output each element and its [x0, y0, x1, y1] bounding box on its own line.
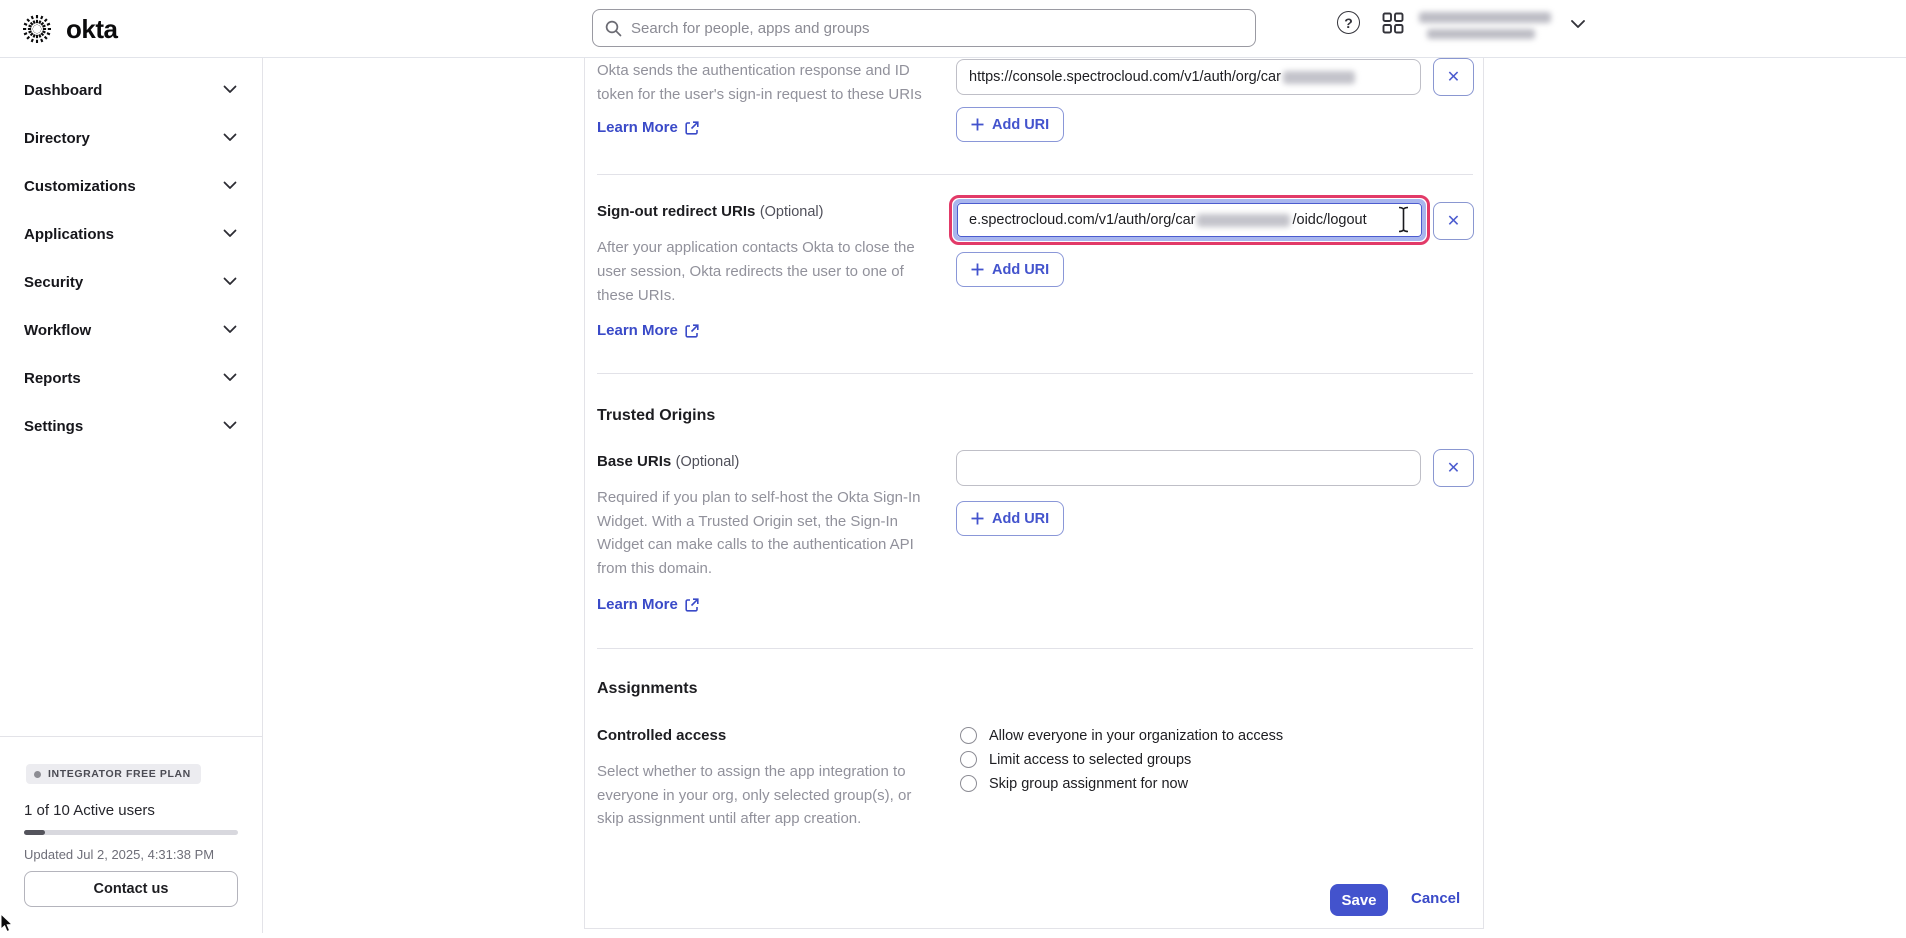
app-settings-panel: Okta sends the authentication response a…	[584, 58, 1484, 929]
chevron-down-icon	[223, 225, 237, 243]
status-dot-icon	[34, 771, 41, 778]
radio-icon	[960, 751, 977, 768]
base-uris-description: Required if you plan to self-host the Ok…	[597, 486, 944, 580]
active-users-count: 1 of 10 Active users	[24, 802, 155, 819]
chevron-down-icon[interactable]	[1570, 16, 1586, 34]
okta-starburst-icon	[18, 10, 56, 48]
signin-uris-description: Okta sends the authentication response a…	[597, 59, 944, 106]
plan-footer: INTEGRATOR FREE PLAN 1 of 10 Active user…	[0, 736, 263, 933]
sidebar-item-applications[interactable]: Applications	[0, 210, 263, 258]
users-progress-fill	[24, 830, 45, 835]
text-cursor	[1398, 206, 1409, 238]
section-divider	[597, 174, 1473, 175]
radio-option-skip-assignment[interactable]: Skip group assignment for now	[960, 775, 1188, 792]
plan-badge-label: INTEGRATOR FREE PLAN	[48, 768, 191, 780]
mouse-cursor	[0, 914, 16, 938]
signout-uri-input[interactable]: e.spectrocloud.com/v1/auth/org/car /oidc…	[957, 203, 1422, 237]
contact-us-button[interactable]: Contact us	[24, 871, 238, 907]
radio-icon	[960, 727, 977, 744]
base-add-uri-button[interactable]: Add URI	[956, 501, 1064, 536]
top-bar: okta Search for people, apps and groups …	[0, 0, 1906, 58]
chevron-down-icon	[223, 273, 237, 291]
sidebar-item-workflow[interactable]: Workflow	[0, 306, 263, 354]
sidebar-item-security[interactable]: Security	[0, 258, 263, 306]
click-highlight-box: e.spectrocloud.com/v1/auth/org/car /oidc…	[949, 195, 1430, 245]
trusted-origins-learn-more-link[interactable]: Learn More	[597, 596, 699, 613]
help-icon[interactable]: ?	[1337, 11, 1360, 34]
search-placeholder: Search for people, apps and groups	[631, 20, 870, 37]
signout-learn-more-link[interactable]: Learn More	[597, 322, 699, 339]
section-divider	[597, 373, 1473, 374]
plus-icon	[971, 512, 984, 525]
base-uris-label: Base URIs (Optional)	[597, 453, 739, 471]
sidebar-item-customizations[interactable]: Customizations	[0, 162, 263, 210]
global-search-input[interactable]: Search for people, apps and groups	[592, 9, 1256, 47]
signout-uri-remove-button[interactable]: ✕	[1433, 202, 1474, 240]
radio-option-allow-everyone[interactable]: Allow everyone in your organization to a…	[960, 727, 1283, 744]
sidebar-item-reports[interactable]: Reports	[0, 354, 263, 402]
external-link-icon	[685, 598, 699, 612]
chevron-down-icon	[223, 129, 237, 147]
signin-learn-more-link[interactable]: Learn More	[597, 119, 699, 136]
radio-option-limit-groups[interactable]: Limit access to selected groups	[960, 751, 1191, 768]
base-uri-input[interactable]	[956, 450, 1421, 486]
signout-uris-label: Sign-out redirect URIs (Optional)	[597, 203, 823, 221]
okta-logo[interactable]: okta	[18, 10, 117, 48]
sidebar-item-dashboard[interactable]: Dashboard	[0, 66, 263, 114]
signin-add-uri-button[interactable]: Add URI	[956, 107, 1064, 142]
signin-uri-remove-button[interactable]: ✕	[1433, 58, 1474, 96]
chevron-down-icon	[223, 81, 237, 99]
controlled-access-label: Controlled access	[597, 727, 726, 744]
sidebar-nav: Dashboard Directory Customizations Appli…	[0, 58, 263, 933]
radio-icon	[960, 775, 977, 792]
account-menu[interactable]	[1419, 9, 1569, 47]
search-icon	[605, 20, 622, 37]
sidebar-item-directory[interactable]: Directory	[0, 114, 263, 162]
redacted-uri-segment	[1283, 71, 1355, 84]
plus-icon	[971, 118, 984, 131]
chevron-down-icon	[223, 321, 237, 339]
external-link-icon	[685, 324, 699, 338]
signin-uri-input[interactable]: https://console.spectrocloud.com/v1/auth…	[956, 59, 1421, 95]
controlled-access-description: Select whether to assign the app integra…	[597, 760, 932, 831]
sidebar-item-settings[interactable]: Settings	[0, 402, 263, 450]
chevron-down-icon	[223, 369, 237, 387]
external-link-icon	[685, 121, 699, 135]
apps-grid-icon[interactable]	[1381, 11, 1405, 35]
okta-logo-text: okta	[66, 14, 117, 45]
users-progress-bar	[24, 830, 238, 835]
plus-icon	[971, 263, 984, 276]
input-focus-ring: e.spectrocloud.com/v1/auth/org/car /oidc…	[953, 199, 1426, 241]
signout-add-uri-button[interactable]: Add URI	[956, 252, 1064, 287]
plan-badge: INTEGRATOR FREE PLAN	[26, 764, 201, 784]
base-uri-remove-button[interactable]: ✕	[1433, 449, 1474, 487]
trusted-origins-heading: Trusted Origins	[597, 407, 715, 425]
chevron-down-icon	[223, 417, 237, 435]
cancel-button[interactable]: Cancel	[1411, 890, 1460, 907]
redacted-uri-segment	[1197, 214, 1290, 227]
account-org-redacted	[1427, 29, 1535, 39]
chevron-down-icon	[223, 177, 237, 195]
account-name-redacted	[1419, 12, 1551, 23]
assignments-heading: Assignments	[597, 680, 697, 698]
updated-timestamp: Updated Jul 2, 2025, 4:31:38 PM	[24, 847, 214, 862]
save-button[interactable]: Save	[1330, 884, 1388, 916]
section-divider	[597, 648, 1473, 649]
signout-uris-description: After your application contacts Okta to …	[597, 236, 944, 308]
